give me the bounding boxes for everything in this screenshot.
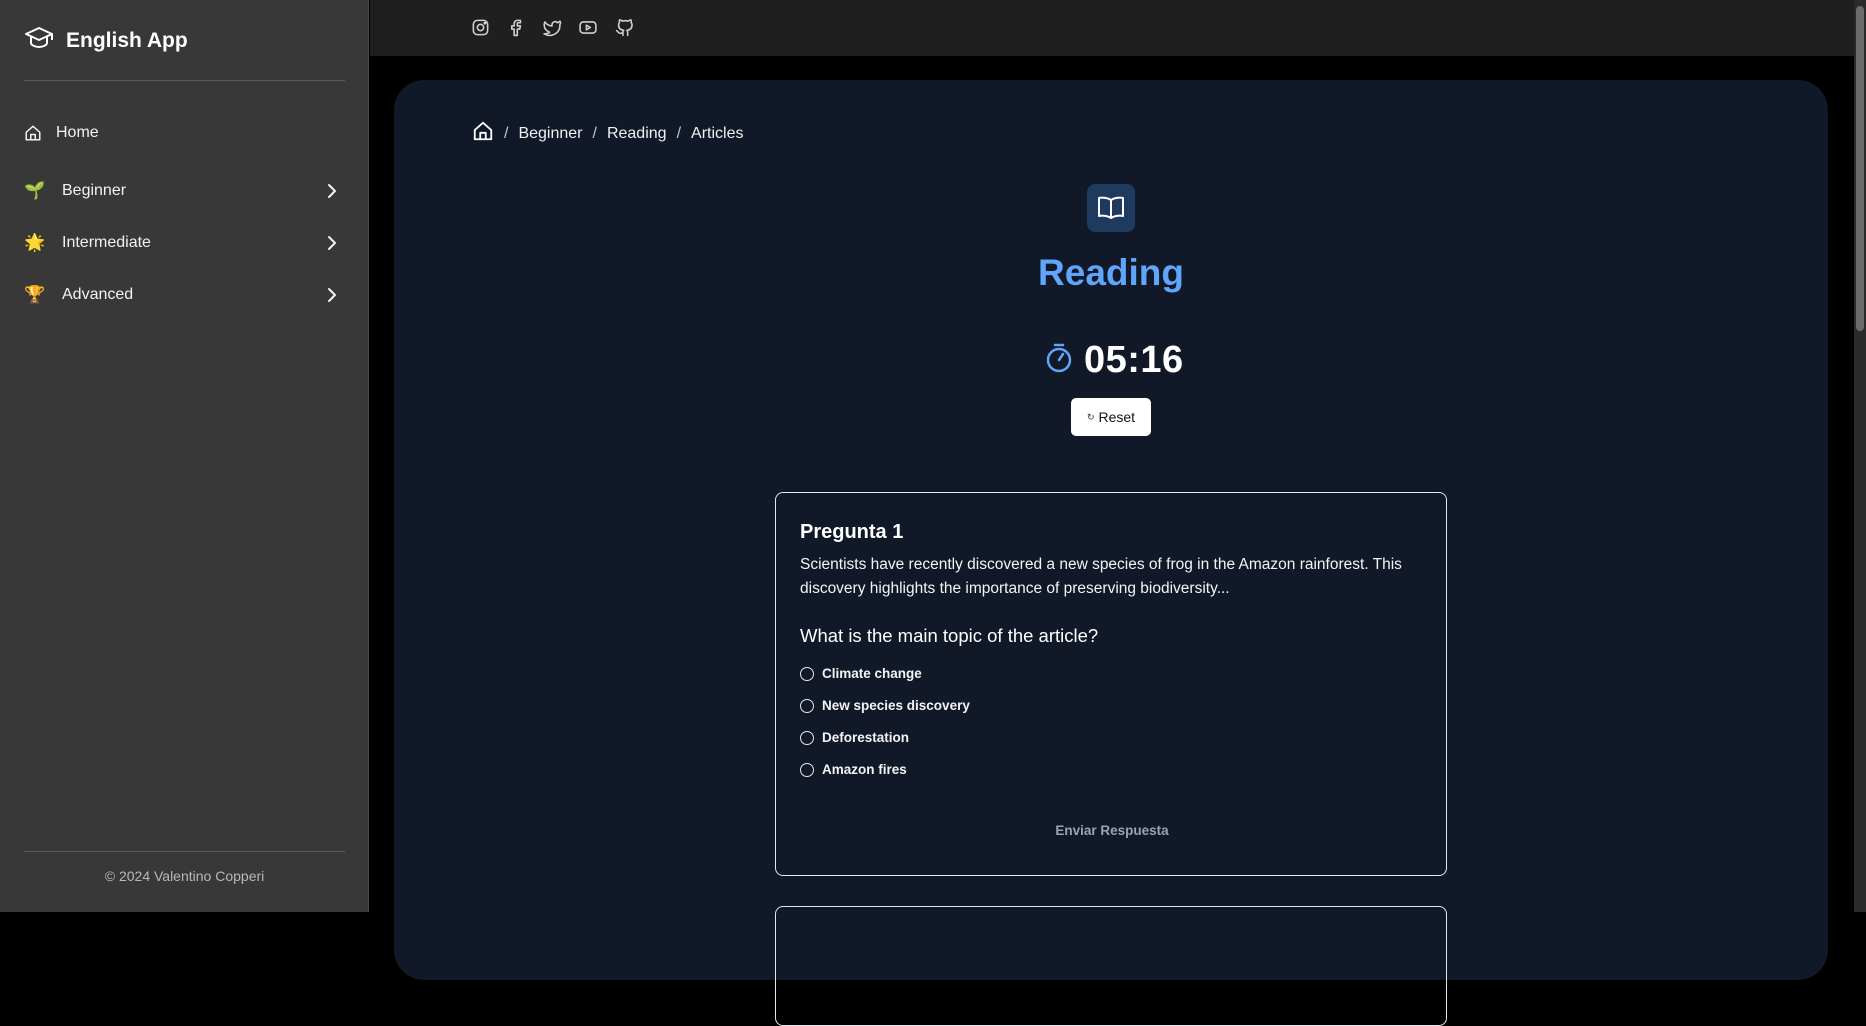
social-links xyxy=(470,17,634,37)
reset-button-label: Reset xyxy=(1098,409,1136,425)
answer-option[interactable]: Amazon fires xyxy=(800,762,907,777)
answer-option-label: Amazon fires xyxy=(822,762,907,777)
divider xyxy=(24,851,345,852)
answer-option[interactable]: Deforestation xyxy=(800,730,909,745)
sidebar-item-label: Intermediate xyxy=(62,234,151,251)
answer-option[interactable]: New species discovery xyxy=(800,698,970,713)
main-panel: / Beginner / Reading / Articles Reading … xyxy=(394,80,1828,1026)
youtube-icon[interactable] xyxy=(578,17,598,37)
stopwatch-icon xyxy=(1044,342,1074,379)
twitter-icon[interactable] xyxy=(542,17,562,37)
brand-title: English App xyxy=(66,28,188,52)
radio-button[interactable] xyxy=(800,762,814,777)
timer: 05:16 xyxy=(1044,339,1184,382)
scrollbar-thumb[interactable] xyxy=(1856,6,1864,331)
radio-button[interactable] xyxy=(800,698,814,713)
sidebar-item-beginner[interactable]: 🌱 Beginner xyxy=(24,173,345,209)
sidebar-item-intermediate[interactable]: 🌟 Intermediate xyxy=(24,225,345,261)
sidebar: English App Home 🌱 Beginner 🌟 Intermedia… xyxy=(0,0,369,912)
radio-button[interactable] xyxy=(800,730,814,745)
breadcrumb-separator: / xyxy=(504,124,509,142)
trophy-icon: 🏆 xyxy=(24,285,46,304)
chevron-right-icon xyxy=(325,182,339,205)
seedling-icon: 🌱 xyxy=(24,181,46,200)
github-icon[interactable] xyxy=(614,17,634,37)
question-prompt: What is the main topic of the article? xyxy=(800,625,1099,646)
article-excerpt: Scientists have recently discovered a ne… xyxy=(800,556,1402,597)
home-icon xyxy=(24,124,42,142)
reset-button[interactable]: ↻ Reset xyxy=(1071,398,1151,436)
question-title: Pregunta 1 xyxy=(800,521,904,543)
facebook-icon[interactable] xyxy=(506,17,526,37)
answer-option[interactable]: Climate change xyxy=(800,666,922,681)
sidebar-item-home[interactable]: Home xyxy=(24,115,345,151)
topbar xyxy=(370,0,1854,56)
breadcrumb-separator: / xyxy=(676,124,682,142)
radio-button[interactable] xyxy=(800,666,814,681)
breadcrumb-separator: / xyxy=(592,124,597,142)
sidebar-item-label: Home xyxy=(56,124,99,141)
instagram-icon[interactable] xyxy=(470,17,490,37)
sun-icon: 🌟 xyxy=(24,233,46,252)
breadcrumb-item[interactable]: Reading xyxy=(607,125,667,143)
refresh-icon: ↻ xyxy=(1086,411,1095,422)
page-title: Reading xyxy=(1038,252,1184,293)
submit-answer-button[interactable]: Enviar Respuesta xyxy=(776,822,1448,839)
scrollbar[interactable] xyxy=(1854,0,1866,912)
breadcrumb-home-icon[interactable] xyxy=(472,120,494,147)
answer-option-label: New species discovery xyxy=(822,698,970,713)
divider xyxy=(24,80,345,81)
breadcrumb-item[interactable]: Articles xyxy=(691,125,743,143)
breadcrumb-item[interactable]: Beginner xyxy=(518,125,582,143)
copyright: © 2024 Valentino Copperi xyxy=(104,868,265,884)
brand[interactable]: English App xyxy=(24,26,188,55)
timer-value: 05:16 xyxy=(1084,339,1184,381)
graduation-cap-icon xyxy=(24,26,54,55)
answer-option-label: Deforestation xyxy=(822,730,910,745)
chevron-right-icon xyxy=(325,286,339,309)
question-card xyxy=(775,906,1447,1026)
sidebar-item-label: Advanced xyxy=(62,286,134,303)
question-card: Pregunta 1 Scientists have recently disc… xyxy=(775,492,1447,876)
chevron-right-icon xyxy=(325,234,339,257)
sidebar-item-label: Beginner xyxy=(62,182,127,199)
book-open-icon xyxy=(1087,184,1135,232)
answer-option-label: Climate change xyxy=(822,666,922,681)
sidebar-item-advanced[interactable]: 🏆 Advanced xyxy=(24,277,345,313)
breadcrumb: / Beginner / Reading / Articles xyxy=(472,120,743,147)
